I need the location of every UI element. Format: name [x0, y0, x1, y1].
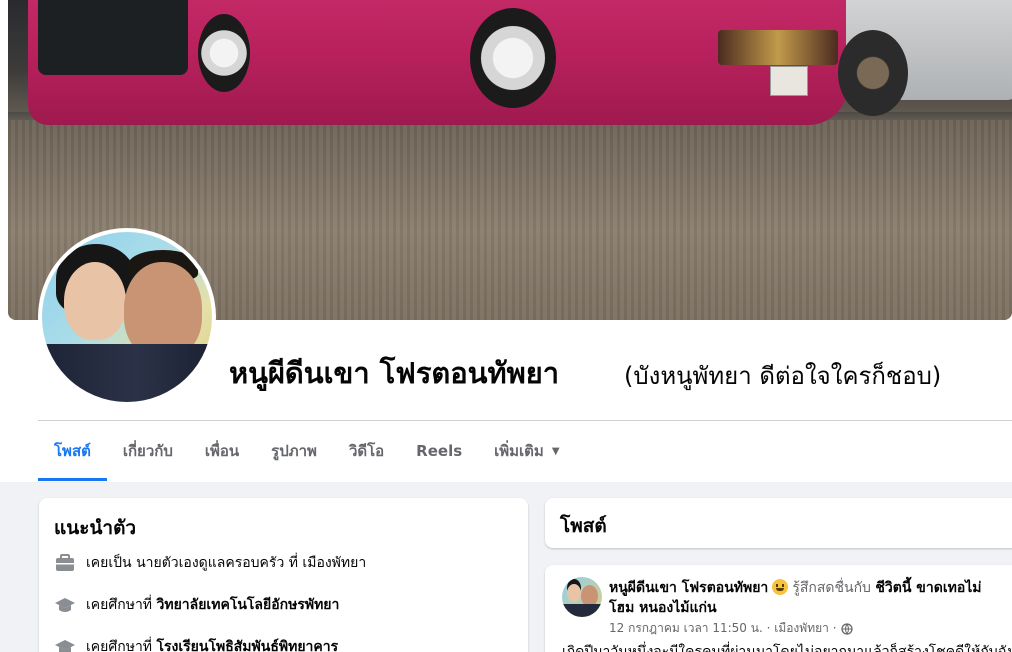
- cover-van-grille: [718, 30, 838, 65]
- profile-avatar[interactable]: [42, 232, 212, 402]
- intro-item-education-2-value[interactable]: โรงเรียนโพธิสัมพันธ์พิทยาคาร: [157, 636, 339, 652]
- tab-reels[interactable]: Reels: [400, 421, 478, 481]
- intro-item-work-value: นายตัวเองดูแลครอบครัว ที่ เมืองพัทยา: [136, 555, 367, 571]
- cover-wheel-front: [470, 8, 556, 108]
- tab-photos-label: รูปภาพ: [271, 442, 317, 460]
- post-location[interactable]: โฮม หนองไม้แก่น: [609, 597, 717, 619]
- cover-van-plate: [770, 66, 808, 96]
- tab-reels-label: Reels: [416, 442, 463, 460]
- profile-alternate-name: (บังหนูพัทยา ดีต่อใจใครก็ชอบ): [624, 362, 942, 390]
- posts-section-header: โพสต์: [545, 498, 1012, 548]
- tab-videos-label: วิดีโอ: [348, 442, 385, 460]
- intro-item-education-1-value[interactable]: วิทยาลัยเทคโนโลยีอักษรพัทยา: [157, 594, 340, 616]
- intro-item-education-1-prefix: เคยศึกษาที่: [86, 597, 153, 613]
- post-body: เกิดปีมาวันหนึ่งจะมีใครคนที่ผ่านมาโดยไม่…: [562, 644, 1012, 652]
- caret-down-icon: ▼: [551, 445, 560, 457]
- post-card: หนูผีดีนเขา โฟรตอนทัพยา รู้สึกสดชื่นกับ ช…: [545, 565, 1012, 652]
- intro-title: แนะนำตัว: [54, 517, 137, 539]
- tab-photos[interactable]: รูปภาพ: [255, 421, 333, 481]
- post-avatar-person-1: [567, 584, 581, 602]
- tab-about-label: เกี่ยวกับ: [122, 442, 173, 460]
- cover-van-window: [38, 0, 188, 75]
- graduation-cap-icon: [54, 594, 76, 616]
- intro-item-education-1: เคยศึกษาที่ วิทยาลัยเทคโนโลยีอักษรพัทยา: [54, 594, 339, 616]
- tab-friends[interactable]: เพื่อน: [189, 421, 255, 481]
- globe-icon: [840, 622, 853, 635]
- posts-section-title: โพสต์: [560, 515, 607, 537]
- tab-more-label: เพิ่มเติม: [494, 442, 544, 460]
- post-feeling-text: รู้สึกสดชื่นกับ: [792, 580, 871, 596]
- intro-item-education-2-prefix: เคยศึกษาที่: [86, 639, 153, 652]
- post-header: หนูผีดีนเขา โฟรตอนทัพยา รู้สึกสดชื่นกับ ช…: [609, 577, 982, 599]
- tab-posts[interactable]: โพสต์: [38, 421, 107, 481]
- tab-more[interactable]: เพิ่มเติม ▼: [478, 421, 575, 481]
- intro-card: แนะนำตัว เคยเป็น นายตัวเองดูแลครอบครัว ท…: [39, 498, 528, 652]
- tab-about[interactable]: เกี่ยวกับ: [107, 421, 189, 481]
- graduation-cap-icon: [54, 636, 76, 652]
- avatar-shirts: [42, 344, 212, 402]
- tab-posts-label: โพสต์: [54, 442, 91, 460]
- profile-tabs: โพสต์ เกี่ยวกับ เพื่อน รูปภาพ วิดีโอ Ree…: [38, 421, 576, 481]
- avatar-person-1: [64, 262, 126, 340]
- post-timestamp[interactable]: 12 กรกฎาคม เวลา 11:50 น. · เมืองพัทยา ·: [609, 619, 837, 638]
- post-meta: 12 กรกฎาคม เวลา 11:50 น. · เมืองพัทยา ·: [609, 619, 853, 638]
- intro-item-work-prefix: เคยเป็น: [86, 555, 132, 571]
- tab-friends-label: เพื่อน: [204, 442, 240, 460]
- smiley-emoji-icon: [772, 579, 789, 595]
- intro-item-education-2: เคยศึกษาที่ โรงเรียนโพธิสัมพันธ์พิทยาคาร: [54, 636, 338, 652]
- cover-wheel-rear: [198, 14, 250, 92]
- tab-videos[interactable]: วิดีโอ: [333, 421, 400, 481]
- post-avatar-shirts: [562, 604, 602, 617]
- cover-second-car-wheel: [838, 30, 908, 116]
- post-feeling-target[interactable]: ชีวิตนี้ ขาดเทอไม่: [875, 580, 981, 596]
- profile-name: หนูผีดีนเขา โฟรตอนทัพยา: [229, 356, 559, 390]
- post-author-name[interactable]: หนูผีดีนเขา โฟรตอนทัพยา: [609, 580, 768, 596]
- briefcase-icon: [54, 552, 76, 574]
- post-author-avatar[interactable]: [562, 577, 602, 617]
- intro-item-work: เคยเป็น นายตัวเองดูแลครอบครัว ที่ เมืองพ…: [54, 552, 366, 574]
